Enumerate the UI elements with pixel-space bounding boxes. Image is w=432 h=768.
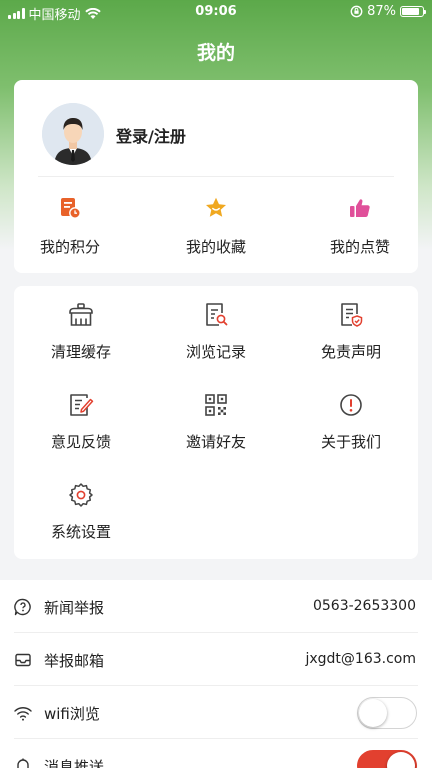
row-label: 举报邮箱 bbox=[44, 652, 105, 670]
row-report-email[interactable]: 举报邮箱 jxgdt@163.com bbox=[0, 633, 432, 686]
wifi-icon bbox=[14, 707, 32, 721]
row-label: 消息推送 bbox=[44, 758, 105, 768]
settings-list: 新闻举报 0563-2653300 举报邮箱 jxgdt@163.com wif… bbox=[0, 580, 432, 768]
tool-disclaimer[interactable]: 免责声明 bbox=[284, 302, 418, 362]
row-label: 新闻举报 bbox=[44, 599, 105, 617]
tool-invite-friends[interactable]: 邀请好友 bbox=[149, 392, 283, 452]
history-icon bbox=[206, 303, 228, 326]
tool-feedback[interactable]: 意见反馈 bbox=[14, 392, 148, 452]
star-icon bbox=[206, 197, 226, 217]
bell-icon bbox=[17, 758, 29, 768]
page-title: 我的 bbox=[196, 42, 235, 64]
tool-label: 意见反馈 bbox=[50, 433, 111, 451]
orientation-lock-icon bbox=[350, 5, 363, 18]
settings-icon bbox=[69, 483, 93, 507]
tool-label: 系统设置 bbox=[50, 523, 111, 541]
about-icon bbox=[340, 394, 362, 416]
points-icon bbox=[61, 198, 81, 219]
qr-code-icon bbox=[205, 394, 227, 416]
divider bbox=[38, 176, 394, 177]
push-toggle[interactable] bbox=[357, 750, 417, 768]
stat-label: 我的积分 bbox=[39, 238, 100, 256]
stat-likes[interactable]: 我的点赞 bbox=[300, 195, 420, 257]
tool-history[interactable]: 浏览记录 bbox=[149, 302, 283, 362]
battery-icon bbox=[400, 6, 426, 17]
stat-favorites[interactable]: 我的收藏 bbox=[156, 195, 276, 257]
status-bar: 中国移动 09:06 87% bbox=[0, 0, 432, 24]
report-icon bbox=[14, 598, 31, 616]
disclaimer-icon bbox=[341, 303, 363, 327]
login-register-link[interactable]: 登录/注册 bbox=[116, 123, 186, 147]
battery-percent: 87% bbox=[367, 4, 396, 19]
tool-clear-cache[interactable]: 清理缓存 bbox=[14, 302, 148, 362]
row-news-report[interactable]: 新闻举报 0563-2653300 bbox=[0, 580, 432, 633]
stat-label: 我的点赞 bbox=[329, 238, 390, 256]
stat-label: 我的收藏 bbox=[185, 238, 246, 256]
row-label: wifi浏览 bbox=[44, 705, 100, 723]
tools-card: 清理缓存 浏览记录 免责声明 意见反馈 邀请好友 关于我们 系统设置 bbox=[14, 286, 418, 559]
tool-label: 邀请好友 bbox=[185, 433, 246, 451]
stat-points[interactable]: 我的积分 bbox=[10, 195, 130, 257]
row-wifi-browse: wifi浏览 bbox=[0, 686, 432, 739]
tool-label: 浏览记录 bbox=[185, 343, 246, 361]
report-email[interactable]: jxgdt@163.com bbox=[305, 651, 416, 667]
toggle-knob bbox=[387, 752, 415, 768]
profile-card: 登录/注册 我的积分 我的收藏 我的点赞 bbox=[14, 80, 418, 273]
tool-label: 清理缓存 bbox=[50, 343, 111, 361]
row-push-notifications: 消息推送 bbox=[0, 739, 432, 768]
toggle-knob bbox=[359, 699, 387, 727]
mail-icon bbox=[15, 653, 31, 667]
clear-cache-icon bbox=[69, 303, 93, 326]
feedback-icon bbox=[70, 394, 94, 416]
wifi-toggle[interactable] bbox=[357, 697, 417, 729]
avatar[interactable] bbox=[42, 103, 104, 165]
tool-system-settings[interactable]: 系统设置 bbox=[14, 482, 148, 542]
tool-label: 免责声明 bbox=[320, 343, 381, 361]
tool-label: 关于我们 bbox=[320, 433, 381, 451]
stats-row: 我的积分 我的收藏 我的点赞 bbox=[14, 195, 420, 257]
report-phone[interactable]: 0563-2653300 bbox=[313, 598, 416, 614]
tool-about-us[interactable]: 关于我们 bbox=[284, 392, 418, 452]
thumbs-up-icon bbox=[350, 199, 370, 217]
